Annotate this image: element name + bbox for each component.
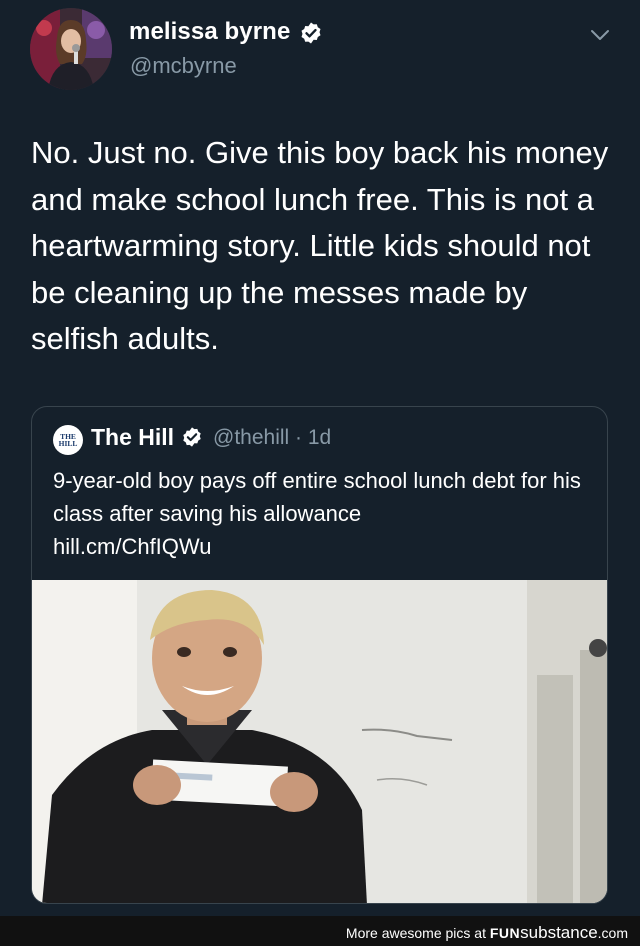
author-handle[interactable]: @mcbyrne (130, 53, 237, 79)
quoted-tweet-card[interactable]: THE HILL The Hill @thehill · 1d 9-year-o… (31, 406, 608, 904)
quoted-tweet-link[interactable]: hill.cm/ChfIQWu (53, 534, 212, 559)
verified-badge-icon (301, 22, 321, 44)
author-display-name[interactable]: melissa byrne (129, 18, 290, 46)
watermark-footer: More awesome pics at FUNsubstance.com (0, 916, 640, 946)
quoted-handle-time[interactable]: @thehill · 1d (213, 426, 331, 450)
boy-with-check-photo (32, 580, 607, 903)
quoted-tweet-photo[interactable] (32, 580, 607, 903)
logo-text-bottom: HILL (58, 439, 78, 448)
watermark-prefix: More awesome pics at (345, 925, 490, 941)
avatar-photo (30, 8, 112, 90)
watermark-brand-substance: substance (520, 923, 598, 942)
quoted-author-name[interactable]: The Hill (91, 424, 174, 451)
watermark-text: More awesome pics at FUNsubstance.com (346, 923, 628, 943)
tweet-header: melissa byrne @mcbyrne (0, 0, 640, 110)
quoted-tweet-text: 9-year-old boy pays off entire school lu… (53, 464, 593, 563)
verified-badge-icon (183, 427, 201, 447)
watermark-brand-fun: FUN (489, 925, 521, 941)
tweet-body-text: No. Just no. Give this boy back his mone… (31, 135, 609, 356)
quoted-tweet-headline: 9-year-old boy pays off entire school lu… (53, 468, 581, 526)
author-avatar[interactable] (30, 8, 112, 90)
chevron-down-icon[interactable] (589, 28, 611, 42)
watermark-suffix: .com (597, 925, 628, 941)
the-hill-logo: THE HILL (53, 425, 83, 455)
